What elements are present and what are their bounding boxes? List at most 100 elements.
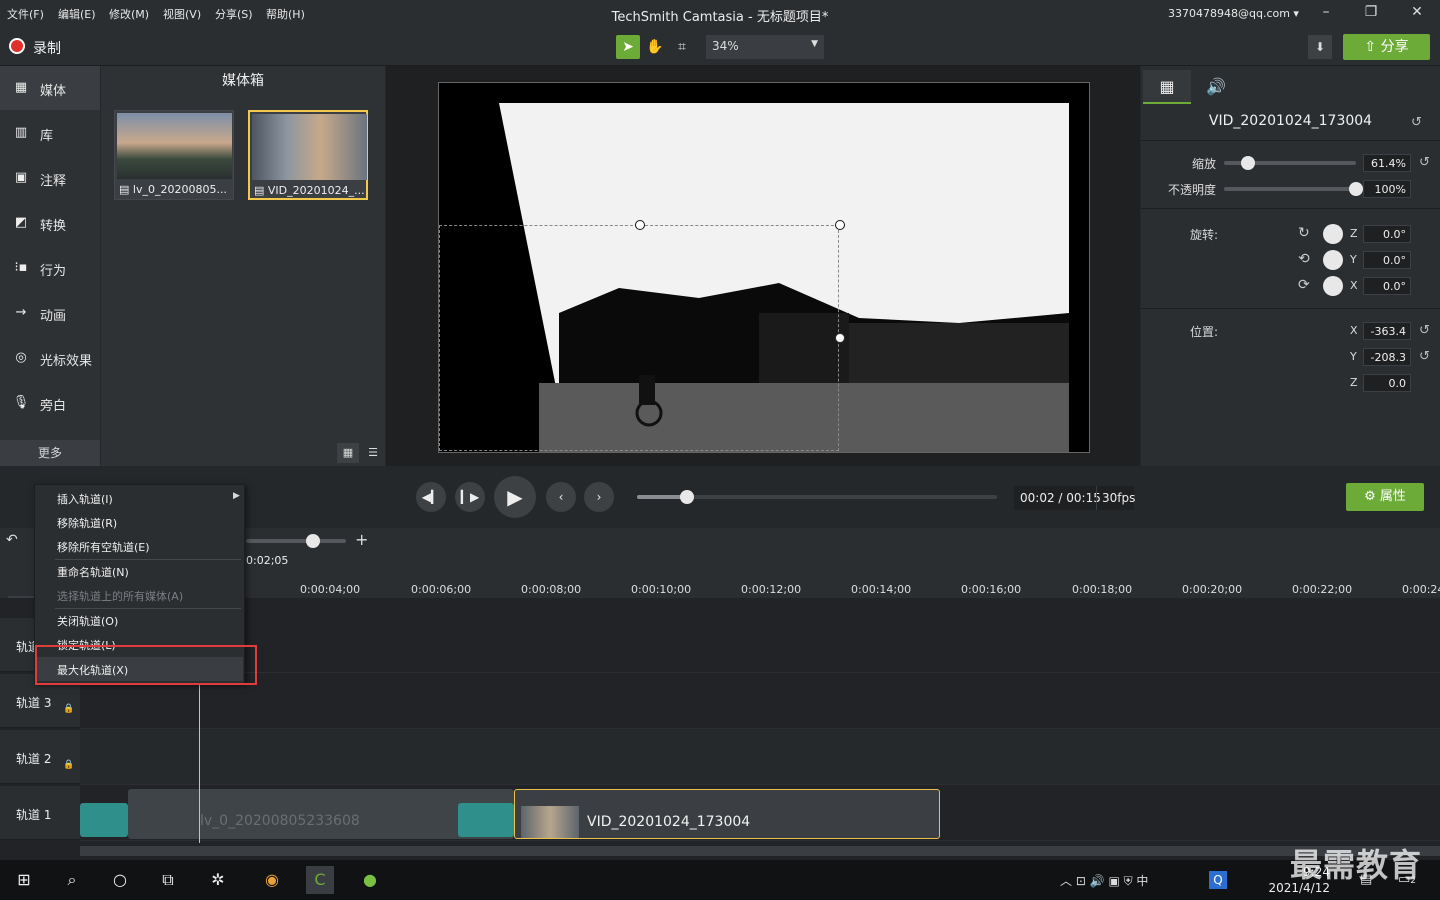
minimize-icon[interactable]: –	[1314, 4, 1338, 24]
track-header[interactable]: 轨道 1	[0, 786, 80, 840]
crop-tool-icon[interactable]: ⌗	[670, 35, 694, 59]
media-clip-selected[interactable]: VID_20201024_173004	[514, 789, 940, 839]
menu-item-insert-track[interactable]: 插入轨道(I)	[57, 491, 113, 507]
clip-thumbnail	[521, 806, 579, 838]
resize-handle[interactable]	[835, 220, 845, 230]
audio-properties-tab-icon[interactable]: 🔊	[1192, 70, 1240, 104]
visual-properties-tab-icon[interactable]: ▦	[1143, 70, 1191, 104]
lock-icon[interactable]: 🔒	[63, 760, 74, 770]
track-row[interactable]	[80, 730, 1440, 785]
lock-icon[interactable]: 🔒	[63, 704, 74, 714]
track-row[interactable]	[80, 674, 1440, 729]
camtasia-icon[interactable]: C	[306, 866, 334, 894]
share-button[interactable]: ⇧ 分享	[1343, 34, 1430, 60]
position-x-input[interactable]: -363.4	[1363, 322, 1411, 340]
ruler-tick: 0:00:04;00	[300, 583, 361, 596]
menu-item-rename-track[interactable]: 重命名轨道(N)	[57, 564, 129, 580]
sidebar-item-label: 光标效果	[40, 354, 93, 369]
menu-item-remove-empty-tracks[interactable]: 移除所有空轨道(E)	[57, 539, 150, 555]
zoom-select[interactable]: 34% ▼	[706, 35, 824, 59]
track-name: 轨道 3	[16, 696, 52, 710]
account-menu[interactable]: 3370478948@qq.com ▾	[1168, 7, 1299, 20]
transition-clip[interactable]	[458, 803, 514, 837]
resize-handle[interactable]	[835, 333, 845, 343]
video-preview[interactable]	[438, 82, 1090, 453]
sidebar-item-media[interactable]: ▦ 媒体	[0, 66, 100, 110]
track-row[interactable]	[80, 618, 1440, 673]
grid-view-icon[interactable]: ▦	[337, 443, 359, 463]
record-button[interactable]: 录制	[33, 38, 61, 58]
play-icon[interactable]: ▶	[494, 476, 536, 518]
sidebar-item-voice-narration[interactable]: 🎙 旁白	[0, 381, 100, 425]
sidebar-item-label: 转换	[40, 219, 67, 234]
opacity-slider[interactable]	[1224, 187, 1356, 191]
media-thumbnail[interactable]: ▤ lv_0_20200805...	[114, 110, 234, 200]
ruler-tick: 0:00:12;00	[741, 583, 802, 596]
pinwheel-app-icon[interactable]: ✲	[204, 866, 232, 894]
sidebar-item-label: 旁白	[40, 399, 67, 414]
previous-icon[interactable]: ‹	[546, 482, 576, 512]
reset-position-icon[interactable]: ↺	[1419, 323, 1430, 338]
rotation-label: 旋转:	[1190, 228, 1219, 242]
menu-item-remove-track[interactable]: 移除轨道(R)	[57, 515, 117, 531]
properties-button[interactable]: ⚙ 属性	[1346, 483, 1424, 511]
position-y-input[interactable]: -208.3	[1363, 348, 1411, 366]
sidebar-item-cursor-effects[interactable]: ◎ 光标效果	[0, 336, 100, 380]
menu-item-select-all-media: 选择轨道上的所有媒体(A)	[57, 590, 184, 603]
pan-tool-icon[interactable]: ✋	[643, 35, 667, 59]
search-icon[interactable]: ⌕	[58, 866, 86, 894]
ruler-tick: 0:00:22;00	[1292, 583, 1353, 596]
selection-box[interactable]	[439, 225, 839, 451]
rotate-y-dial[interactable]	[1323, 250, 1343, 270]
rotation-x-input[interactable]: 0.0°	[1363, 277, 1411, 295]
rotation-z-input[interactable]: 0.0°	[1363, 225, 1411, 243]
select-tool-icon[interactable]: ➤	[616, 35, 640, 59]
sidebar-item-annotations[interactable]: ▣ 注释	[0, 156, 100, 200]
reset-scale-icon[interactable]: ↺	[1419, 155, 1430, 170]
cursor-icon: ◎	[15, 350, 27, 365]
sidebar-item-transitions[interactable]: ◩ 转换	[0, 201, 100, 245]
close-icon[interactable]: ✕	[1405, 4, 1429, 24]
horizontal-scrollbar[interactable]	[80, 846, 1440, 856]
position-z-input[interactable]: 0.0	[1363, 374, 1411, 392]
sidebar-item-behaviors[interactable]: ⁝▪ 行为	[0, 246, 100, 290]
restore-icon[interactable]: ❐	[1359, 4, 1383, 24]
step-back-icon[interactable]: ◀▎	[416, 482, 446, 512]
reset-position-icon[interactable]: ↺	[1419, 349, 1430, 364]
opacity-slider-knob[interactable]	[1349, 182, 1363, 196]
highlight-box	[35, 645, 257, 685]
rotate-z-dial[interactable]	[1323, 224, 1343, 244]
undo-icon[interactable]: ↶	[6, 532, 18, 548]
next-icon[interactable]: ›	[584, 482, 614, 512]
timeline-zoom-slider[interactable]	[246, 539, 346, 543]
sidebar-item-label: 行为	[40, 264, 67, 279]
menu-item-close-track[interactable]: 关闭轨道(O)	[57, 613, 118, 629]
scale-slider-knob[interactable]	[1240, 156, 1255, 170]
zoom-in-icon[interactable]: +	[355, 530, 368, 549]
transition-clip[interactable]	[80, 803, 128, 837]
record-icon[interactable]	[9, 38, 25, 54]
reset-icon[interactable]: ↺	[1411, 115, 1422, 130]
step-forward-icon[interactable]: ▎▶	[455, 482, 485, 512]
more-button[interactable]: 更多	[0, 440, 100, 466]
download-icon[interactable]: ⬇	[1308, 35, 1332, 59]
tray-icons[interactable]: ︿ ⊡ 🔊 ▣ ⛨ 中	[1060, 872, 1148, 889]
opacity-input[interactable]: 100%	[1363, 180, 1411, 198]
sidebar-item-library[interactable]: ▥ 库	[0, 111, 100, 155]
media-clip[interactable]: lv_0_20200805233608	[128, 789, 514, 839]
qq-icon[interactable]: Q	[1209, 871, 1227, 889]
scale-input[interactable]: 61.4%	[1363, 154, 1411, 172]
cortana-icon[interactable]: ○	[106, 866, 134, 894]
resize-handle[interactable]	[635, 220, 645, 230]
rotate-x-dial[interactable]	[1323, 276, 1343, 296]
list-view-icon[interactable]: ☰	[362, 443, 384, 463]
task-view-icon[interactable]: ⧉	[154, 866, 182, 894]
media-thumbnail-selected[interactable]: ▤ VID_20201024_...	[248, 110, 368, 200]
windows-start-icon[interactable]: ⊞	[10, 866, 38, 894]
timeline-zoom-knob[interactable]	[306, 534, 320, 548]
chrome-icon[interactable]: ◉	[258, 866, 286, 894]
track-header[interactable]: 轨道 2 🔒	[0, 730, 80, 784]
app-icon[interactable]: ●	[356, 866, 384, 894]
sidebar-item-animations[interactable]: → 动画	[0, 291, 100, 335]
rotation-y-input[interactable]: 0.0°	[1363, 251, 1411, 269]
